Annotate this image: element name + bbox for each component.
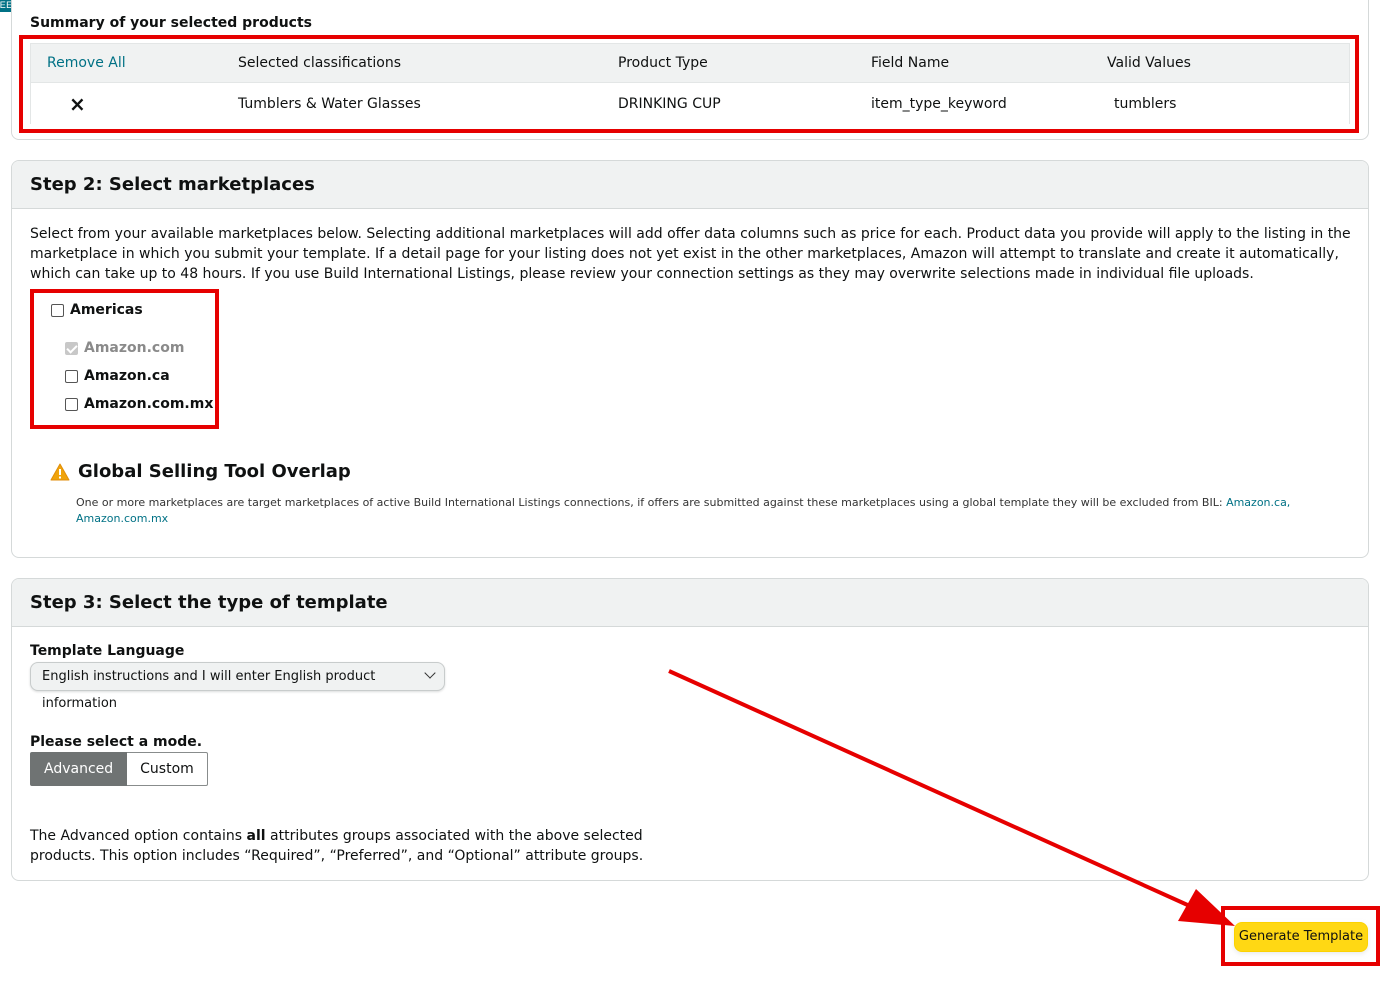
step3-title: Step 3: Select the type of template (12, 579, 1368, 627)
step2-description: Select from your available marketplaces … (30, 226, 1351, 282)
mode-description-bold: all (246, 828, 266, 844)
mode-custom-button[interactable]: Custom (127, 752, 208, 786)
template-language-value: English instructions and I will enter En… (42, 669, 376, 711)
mode-advanced-button[interactable]: Advanced (30, 752, 128, 786)
annotation-box-marketplaces (30, 289, 219, 429)
summary-title: Summary of your selected products (30, 15, 313, 31)
mode-description: The Advanced option contains all attribu… (30, 826, 690, 866)
step3-panel: Step 3: Select the type of template Temp… (11, 578, 1369, 881)
warning-link-amazon-com-mx[interactable]: Amazon.com.mx (76, 512, 168, 525)
chevron-down-icon (424, 667, 436, 679)
generate-template-button[interactable]: Generate Template (1234, 922, 1368, 952)
warning-icon (50, 463, 70, 480)
template-language-dropdown[interactable]: English instructions and I will enter En… (30, 662, 445, 711)
annotation-box-summary (19, 35, 1359, 133)
warning-link-amazon-ca[interactable]: Amazon.ca, (1226, 496, 1290, 509)
mode-toggle: Advanced Custom (30, 752, 208, 786)
warning-text: One or more marketplaces are target mark… (76, 495, 1306, 527)
mode-label: Please select a mode. (30, 734, 203, 750)
template-language-label: Template Language (30, 643, 185, 659)
warning-title-text: Global Selling Tool Overlap (78, 461, 351, 482)
step2-title: Step 2: Select marketplaces (12, 161, 1368, 209)
warning-text-body: One or more marketplaces are target mark… (76, 496, 1223, 509)
mode-description-pre: The Advanced option contains (30, 828, 247, 844)
warning-title: Global Selling Tool Overlap (50, 461, 351, 482)
